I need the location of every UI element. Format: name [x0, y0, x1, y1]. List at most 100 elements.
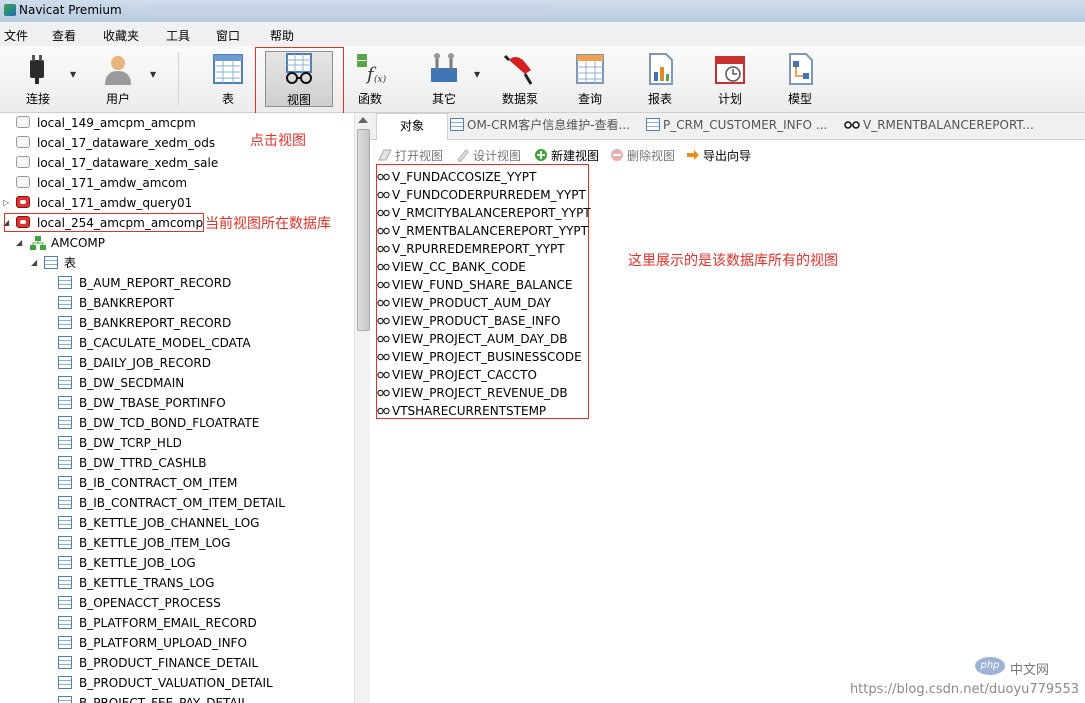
database-connection-icon	[16, 116, 30, 128]
connection-tree[interactable]: local_149_amcpm_amcpm local_17_dataware_x…	[0, 113, 354, 703]
connection-item[interactable]: local_17_dataware_xedm_sale	[0, 153, 354, 173]
view-glasses-icon	[377, 281, 390, 289]
annotation-current-db: 当前视图所在数据库	[205, 216, 331, 232]
design-view-button[interactable]: 设计视图	[456, 147, 521, 164]
table-icon	[646, 118, 660, 131]
title-bar: Navicat Premium	[0, 0, 1085, 23]
expand-arrow-icon[interactable]: ◢	[16, 233, 22, 253]
view-glasses-icon	[377, 263, 390, 271]
table-label: B_DW_TCRP_HLD	[79, 436, 182, 450]
schedule-button[interactable]: 计划	[702, 46, 758, 112]
connection-label: local_17_dataware_xedm_sale	[37, 156, 219, 170]
table-icon	[58, 316, 72, 329]
tab-view-report[interactable]: V_RMENTBALANCEREPORT...	[844, 113, 1044, 139]
table-icon	[58, 636, 72, 649]
view-glasses-icon	[377, 227, 390, 235]
table-icon	[58, 336, 72, 349]
connection-label: local_171_amdw_amcom	[37, 176, 188, 190]
table-icon	[58, 516, 72, 529]
table-icon	[58, 596, 72, 609]
view-label: VIEW_PROJECT_BUSINESSCODE	[392, 350, 582, 364]
schema-icon	[30, 236, 46, 250]
table-label: B_OPENACCT_PROCESS	[79, 596, 221, 610]
connect-button[interactable]: ▼ 连接	[10, 46, 76, 112]
view-glasses-icon	[377, 335, 390, 343]
tools-icon	[431, 53, 457, 82]
menu-help[interactable]: 帮助	[270, 27, 294, 44]
query-button[interactable]: 查询	[562, 46, 618, 112]
tree-scrollbar[interactable]	[354, 113, 371, 703]
export-arrow-icon	[687, 150, 699, 160]
view-glasses-icon	[377, 209, 390, 217]
table-label: B_DW_SECDMAIN	[79, 376, 185, 390]
view-label: VIEW_PRODUCT_BASE_INFO	[392, 314, 561, 328]
minus-icon	[611, 149, 623, 161]
menu-file[interactable]: 文件	[4, 27, 28, 44]
expand-arrow-icon[interactable]: ◢	[31, 253, 37, 273]
new-view-button[interactable]: 新建视图	[534, 147, 599, 164]
connection-label: local_149_amcpm_amcpm	[37, 116, 196, 130]
table-icon	[58, 456, 72, 469]
navicat-logo-icon	[4, 4, 16, 16]
report-button[interactable]: 报表	[632, 46, 688, 112]
function-button[interactable]: f (x) 函数	[342, 46, 398, 112]
menu-view[interactable]: 查看	[52, 27, 76, 44]
tab-objects[interactable]: 对象	[376, 113, 448, 140]
view-glasses-icon	[377, 371, 390, 379]
model-icon	[789, 53, 813, 85]
table-label: B_KETTLE_JOB_CHANNEL_LOG	[79, 516, 260, 530]
table-label: B_KETTLE_JOB_ITEM_LOG	[79, 536, 231, 550]
user-dropdown-icon[interactable]: ▼	[150, 70, 156, 79]
menu-tools[interactable]: 工具	[166, 27, 190, 44]
user-button[interactable]: ▼ 用户	[90, 46, 156, 112]
connection-label: local_171_amdw_query01	[37, 196, 193, 210]
table-label: B_BANKREPORT	[79, 296, 174, 310]
table-label: B_PRODUCT_VALUATION_DETAIL	[79, 676, 273, 690]
menu-window[interactable]: 窗口	[216, 27, 240, 44]
table-label: B_BANKREPORT_RECORD	[79, 316, 232, 330]
query-icon	[576, 54, 604, 84]
table-label: B_IB_CONTRACT_OM_ITEM_DETAIL	[79, 496, 285, 510]
menu-favorites[interactable]: 收藏夹	[103, 27, 139, 44]
table-icon	[58, 676, 72, 689]
watermark-url: https://blog.csdn.net/duoyu779553	[849, 682, 1079, 697]
view-label: VIEW_PROJECT_CACCTO	[392, 368, 537, 382]
expand-arrow-icon[interactable]: ▷	[3, 193, 9, 213]
open-view-button[interactable]: 打开视图	[378, 147, 443, 164]
table-label: B_PLATFORM_EMAIL_RECORD	[79, 616, 257, 630]
table-icon	[58, 376, 72, 389]
table-label: B_PRODUCT_FINANCE_DETAIL	[79, 656, 259, 670]
menu-bar: 文件 查看 收藏夹 工具 窗口 帮助	[0, 22, 1085, 46]
other-button[interactable]: ▼ 其它	[416, 46, 480, 112]
model-button[interactable]: 模型	[772, 46, 828, 112]
watermark-cn: 中文网	[1010, 663, 1050, 678]
connection-item[interactable]: ▷ local_171_amdw_query01	[0, 193, 354, 213]
table-label: B_DW_TTRD_CASHLB	[79, 456, 207, 470]
plus-icon	[535, 149, 547, 161]
other-dropdown-icon[interactable]: ▼	[474, 70, 480, 79]
table-icon	[58, 396, 72, 409]
current-db-highlight	[4, 213, 204, 232]
connect-dropdown-icon[interactable]: ▼	[70, 70, 76, 79]
connection-item[interactable]: local_171_amdw_amcom	[0, 173, 354, 193]
view-label: VIEW_PROJECT_AUM_DAY_DB	[392, 332, 568, 346]
tables-folder-icon	[44, 256, 58, 269]
table-button[interactable]: 表	[200, 46, 256, 112]
database-connection-icon	[16, 196, 30, 208]
tab-customer-info[interactable]: P_CRM_CUSTOMER_INFO ...	[646, 113, 836, 139]
view-label: V_FUNDCODERPURREDEM_YYPT	[392, 188, 586, 202]
scroll-up-icon[interactable]	[358, 117, 368, 123]
view-button-highlight	[255, 47, 344, 119]
scrollbar-thumb[interactable]	[357, 129, 370, 331]
tab-om-crm[interactable]: OM-CRM客户信息维护-查看...	[450, 113, 640, 139]
delete-view-button[interactable]: 删除视图	[610, 147, 675, 164]
export-wizard-button[interactable]: 导出向导	[686, 147, 751, 164]
svg-text:(x): (x)	[374, 74, 387, 85]
table-icon	[58, 436, 72, 449]
view-label: VIEW_PRODUCT_AUM_DAY	[392, 296, 551, 310]
datapump-button[interactable]: 数据泵	[492, 46, 548, 112]
table-icon	[58, 356, 72, 369]
tables-folder-label: 表	[64, 256, 77, 270]
table-icon	[58, 496, 72, 509]
table-icon	[58, 576, 72, 589]
